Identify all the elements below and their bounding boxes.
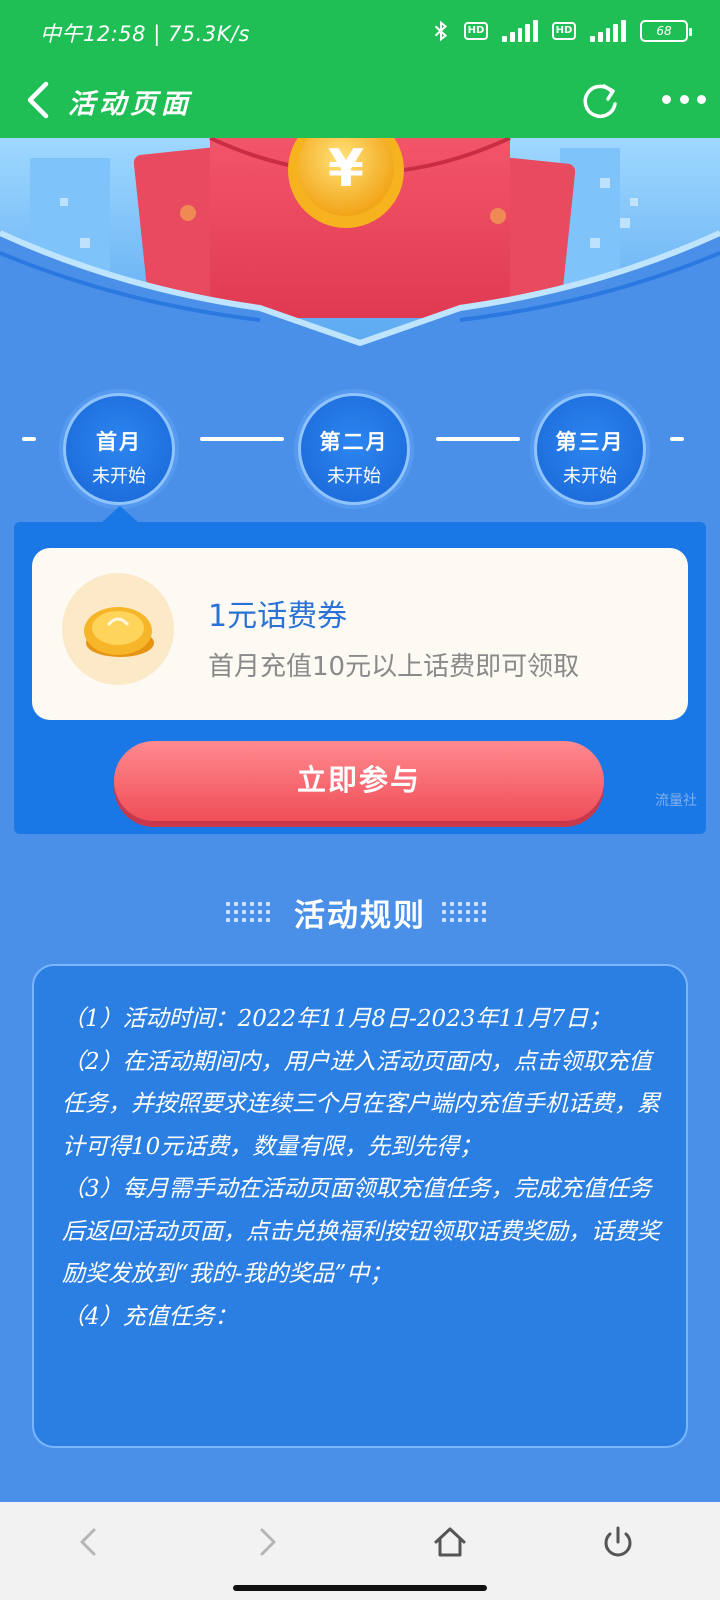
- power-icon[interactable]: [598, 1522, 638, 1562]
- step-connector-2: [436, 437, 520, 441]
- rules-title: 活动规则: [294, 898, 426, 934]
- watermark-text: 流量社: [655, 793, 697, 809]
- coupon-title: 1元话费券: [208, 599, 348, 634]
- app-header: 活动页面: [0, 66, 720, 138]
- step-connector-right: [670, 437, 684, 441]
- banner-illustration: ¥: [0, 138, 720, 358]
- rule-item-2: （2）在活动期间内，用户进入活动页面内，点击领取充值任务，并按照要求连续三个月在…: [62, 1048, 660, 1160]
- page-title: 活动页面: [68, 89, 192, 120]
- step-connector-1: [200, 437, 284, 441]
- step-connector-left: [22, 437, 36, 441]
- step-month-3[interactable]: 第三月 未开始: [534, 393, 646, 505]
- step-status-label: 未开始: [563, 466, 617, 487]
- more-icon[interactable]: [662, 92, 706, 106]
- coupon-description: 首月充值10元以上话费即可领取: [208, 652, 580, 682]
- hd-icon-2: HD: [552, 22, 576, 40]
- gesture-home-bar[interactable]: [233, 1585, 487, 1591]
- step-month-1[interactable]: 首月 未开始: [63, 393, 175, 505]
- rule-item-1: （1）活动时间：2022年11月8日-2023年11月7日；: [62, 1006, 612, 1032]
- coin-icon: [62, 573, 174, 685]
- back-arrow-icon[interactable]: [22, 80, 54, 120]
- top-bar: 中午12:58 | 75.3K/s HD HD 68 活动页面: [0, 0, 720, 138]
- active-step-pointer: [102, 506, 138, 522]
- status-icons: HD HD 68: [432, 20, 692, 42]
- step-month-label: 第三月: [555, 430, 625, 454]
- signal-icon-2: [590, 20, 626, 42]
- status-bar: 中午12:58 | 75.3K/s HD HD 68: [0, 0, 720, 66]
- status-time: 中午12:58 | 75.3K/s: [40, 22, 250, 46]
- join-now-button[interactable]: 立即参与: [114, 741, 604, 821]
- nav-back-icon[interactable]: [70, 1522, 110, 1562]
- home-icon[interactable]: [430, 1522, 470, 1562]
- rule-item-3: （3）每月需手动在活动页面领取充值任务，完成充值任务后返回活动页面，点击兑换福利…: [62, 1176, 660, 1287]
- signal-icon: [502, 20, 538, 42]
- rules-title-decoration-right: [442, 902, 486, 926]
- rules-text: （1）活动时间：2022年11月8日-2023年11月7日； （2）在活动期间内…: [62, 998, 662, 1338]
- step-status-label: 未开始: [327, 466, 381, 487]
- step-month-label: 首月: [96, 430, 142, 454]
- rules-header: 活动规则: [0, 890, 720, 935]
- step-status-label: 未开始: [92, 466, 146, 487]
- svg-text:¥: ¥: [328, 139, 364, 199]
- nav-forward-icon[interactable]: [246, 1522, 286, 1562]
- bluetooth-icon: [434, 20, 448, 42]
- step-month-label: 第二月: [319, 430, 389, 454]
- red-envelope-illustration: ¥: [0, 138, 720, 358]
- rule-item-4: （4）充值任务：: [62, 1303, 238, 1330]
- hd-icon: HD: [464, 22, 488, 40]
- battery-icon: 68: [640, 20, 692, 42]
- refresh-icon[interactable]: [578, 80, 622, 124]
- step-month-2[interactable]: 第二月 未开始: [298, 393, 410, 505]
